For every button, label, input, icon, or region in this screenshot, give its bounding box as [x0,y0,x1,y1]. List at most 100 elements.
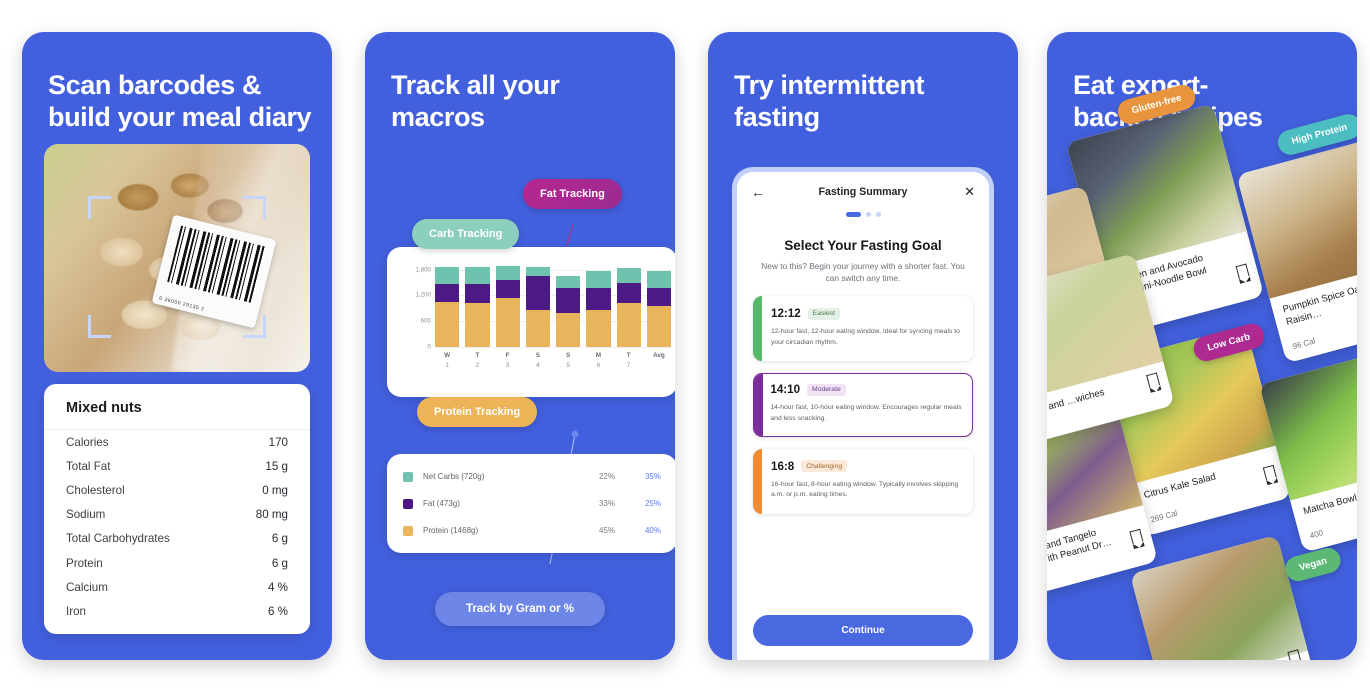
recipe-card[interactable] [1129,534,1317,660]
bookmark-icon[interactable] [1262,464,1277,481]
chart-bar [465,267,490,347]
legend-row: Protein (1468g) 45% 40% [387,517,675,544]
pill-carb-tracking: Carb Tracking [412,219,520,249]
pill-protein-tracking: Protein Tracking [417,397,538,427]
legend-goal-percent: 35% [644,472,661,481]
panel-scan-barcodes: Scan barcodes & build your meal diary 0 … [22,32,332,660]
step-dots [737,212,989,217]
fasting-option-stripe [753,448,762,514]
nutrition-label: Calcium [66,580,108,594]
nutrition-row: Total Carbohydrates 6 g [44,527,310,551]
fasting-goal-subtext: New to this? Begin your journey with a s… [761,261,965,284]
nutrition-value: 0 mg [262,483,288,497]
chart-x-tick: S4 [535,352,540,369]
chart-bar-segment-protein [646,306,671,347]
chart-bar-segment-fat [525,276,550,310]
fasting-option-list: 12:12 Easiest 12-hour fast, 12-hour eating… [737,296,989,514]
chart-bar-segment-net-carbs [495,265,520,281]
nutrition-value: 15 g [265,459,288,473]
nutrition-label: Calories [66,435,109,449]
chart-bar [616,268,641,347]
chart-bar-segment-net-carbs [586,270,611,289]
chart-bar [556,275,581,347]
close-icon[interactable]: ✕ [964,185,975,198]
chart-x-tick: S5 [565,352,571,369]
chart-x-tick: W1 [444,352,451,369]
fasting-option-badge: Easiest [807,307,840,320]
chart-bar-segment-net-carbs [616,268,641,284]
nutrition-card: Mixed nuts Calories 170 Total Fat 15 g Chole… [44,384,310,634]
chart-bar [525,267,550,347]
fasting-option-name: 16:8 [771,459,795,473]
legend-swatch [403,498,413,509]
chart-bar-segment-protein [525,309,550,347]
panel-1-headline: Scan barcodes & build your meal diary [48,70,312,132]
chart-bar [495,265,520,347]
legend-name: Protein (1468g) [423,526,479,535]
chart-bar-segment-net-carbs [465,267,490,284]
fasting-option-name: 12:12 [771,307,801,321]
nutrition-rows: Calories 170 Total Fat 15 g Cholesterol 0 mg S… [44,430,310,624]
recipe-card-collage: Chicken and Avocado Zucchini-Noodle Bowl… [1047,32,1357,660]
chart-bar-segment-fat [556,287,581,313]
phone-header-title: Fasting Summary [818,186,908,198]
legend-rows: Net Carbs (720g) 22% 35% Fat (473g) 33% 25% Pr… [387,463,675,544]
chart-bar-segment-fat [616,283,641,303]
nuts-photo: 0 36000 29135 2 [44,144,310,372]
phone-header: ← Fasting Summary ✕ [737,172,989,217]
chart-plot-area [435,261,671,348]
chart-x-tick: T7 [626,352,631,369]
bookmark-icon[interactable] [1235,263,1250,279]
legend-swatch [403,471,413,482]
step-dot-2 [865,212,871,217]
pill-fat-tracking: Fat Tracking [523,179,622,209]
fasting-goal-heading: Select Your Fasting Goal [784,238,942,253]
chart-bar [586,270,611,347]
track-by-gram-or-percent-button[interactable]: Track by Gram or % [435,592,605,626]
nutrition-label: Protein [66,556,103,570]
step-dot-3 [875,212,881,217]
fasting-phone-mockup: ← Fasting Summary ✕ Select Your Fasting … [737,172,989,660]
nutrition-label: Cholesterol [66,483,125,497]
chart-bar [435,266,460,347]
nutrition-row: Cholesterol 0 mg [44,478,310,502]
chart-y-tick: 1,200 [415,291,431,299]
panel-track-macros: Track all your macros 0 600 1,200 1,800 [365,32,675,660]
nutrition-value: 4 % [268,580,288,594]
panel-expert-recipes: Eat expert- backed recipes Chicken and A… [1047,32,1357,660]
bookmark-icon[interactable] [1146,372,1161,388]
fasting-option-name: 14:10 [770,383,801,397]
nutrition-value: 6 % [268,604,288,618]
recipe-tag: Vegan [1282,545,1344,584]
macro-stacked-bar-chart: 0 600 1,200 1,800 W 1 T 2 F 3 S 4 S 5 M 6 T 7 Avg [401,261,671,387]
fasting-option-card[interactable]: 16:8 Challenging 16-hour fast, 8-hour eati… [753,448,973,514]
chart-bar-segment-protein [495,298,520,347]
fasting-option-card[interactable]: 14:10 Moderate 14-hour fast, 10-hour eatin… [753,373,973,437]
bookmark-icon[interactable] [1129,528,1144,544]
continue-button[interactable]: Continue [753,615,973,646]
legend-percent: 45% [598,526,615,535]
nutrition-value: 170 [268,435,288,449]
legend-swatch [403,525,413,536]
panel-intermittent-fasting: Try intermittent fasting ← Fasting Summa… [708,32,1018,660]
legend-percent: 33% [598,499,615,508]
chart-bar-segment-net-carbs [435,266,460,284]
nutrition-row: Total Fat 15 g [44,454,310,478]
fasting-option-description: 14-hour fast, 10-hour eating window. Enc… [770,404,962,423]
chart-bars [435,261,671,347]
fasting-option-card[interactable]: 12:12 Easiest 12-hour fast, 12-hour eating… [753,296,973,362]
fasting-option-stripe [753,296,762,362]
chart-bar-segment-net-carbs [646,271,671,289]
nutrition-row: Protein 6 g [44,551,310,575]
chart-y-tick: 600 [420,317,431,325]
fasting-option-badge: Challenging [801,460,848,473]
panel-2-headline: Track all your macros [391,70,560,132]
nutrition-row: Iron 6 % [44,599,310,623]
nutrition-value: 80 mg [255,508,288,522]
chart-bar-segment-protein [465,302,490,347]
legend-goal-percent: 40% [644,526,661,535]
nutrition-row: Calcium 4 % [44,575,310,599]
chart-bar-segment-fat [586,288,611,311]
chart-bar [646,271,671,347]
chart-bar-segment-protein [435,301,460,347]
